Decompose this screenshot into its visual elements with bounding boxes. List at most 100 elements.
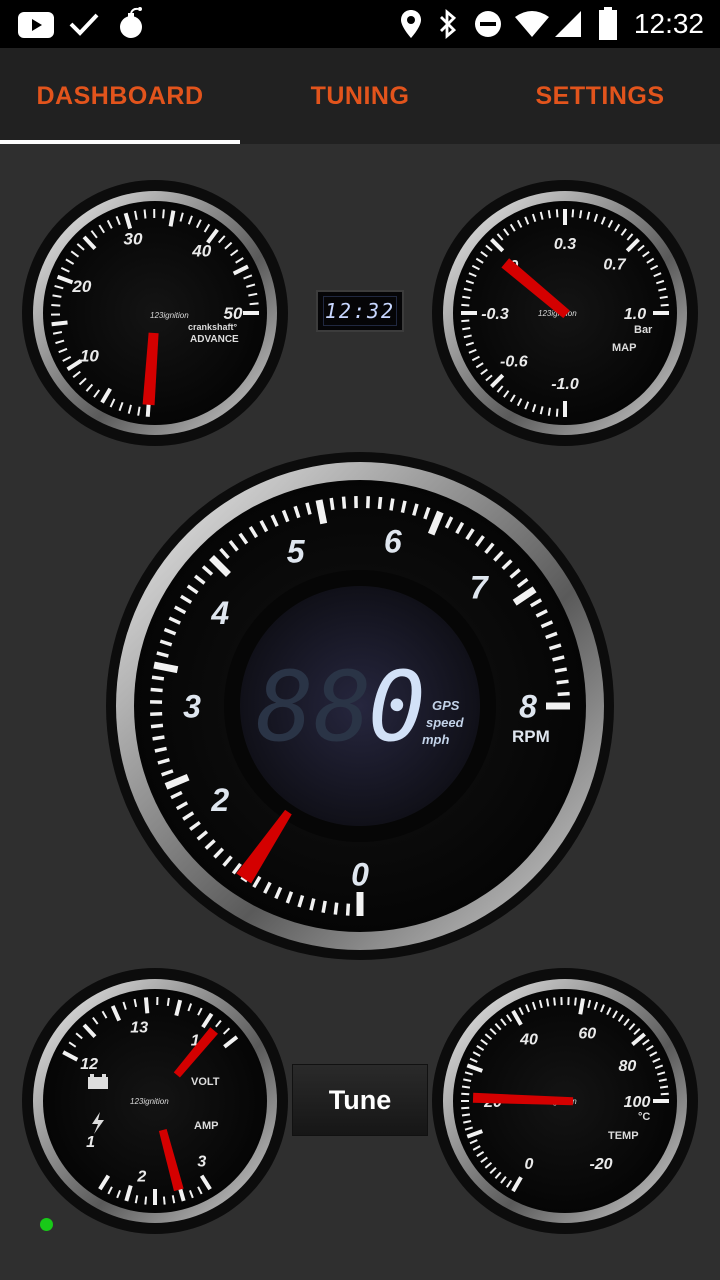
temp-caption: TEMP <box>608 1130 639 1142</box>
speed-placeholder: 88 <box>256 651 372 763</box>
map-tick <box>462 295 471 299</box>
tab-dashboard-label: DASHBOARD <box>36 81 204 110</box>
advance-tick <box>249 302 259 306</box>
rpm-tick <box>321 900 327 914</box>
wifi-icon <box>515 11 549 37</box>
rpm-label: 2 <box>210 782 229 818</box>
temp-label: -20 <box>589 1156 612 1173</box>
advance-tick <box>168 210 176 227</box>
advance-label: 10 <box>80 346 99 365</box>
advance-caption-2: ADVANCE <box>190 334 239 345</box>
advance-label: 40 <box>191 242 211 261</box>
amp-label: 3 <box>197 1154 206 1171</box>
advance-caption-1: crankshaft° <box>188 322 238 332</box>
rpm-tick <box>557 691 570 697</box>
amp-tick <box>162 1196 166 1205</box>
advance-tick <box>143 209 147 219</box>
volt-tick <box>166 997 170 1006</box>
rpm-tick <box>151 675 165 681</box>
advance-tick <box>162 209 165 219</box>
advance-label: 30 <box>124 229 143 248</box>
rpm-tick <box>150 687 163 693</box>
status-led <box>40 1218 53 1231</box>
clock-time: 12:32 <box>323 296 397 326</box>
bluetooth-icon <box>440 8 457 40</box>
temp-label: 100 <box>624 1094 651 1111</box>
temp-label: 0 <box>525 1156 534 1173</box>
rpm-unit: RPM <box>512 727 550 746</box>
map-tick <box>462 327 471 331</box>
amp-caption: AMP <box>194 1120 218 1132</box>
tab-bar: DASHBOARD TUNING SETTINGS <box>0 48 720 144</box>
status-time: 12:32 <box>633 8 704 39</box>
volt-caption: VOLT <box>191 1076 220 1088</box>
volt-amp-brand: 123ignition <box>130 1097 169 1106</box>
volt-amp-gauge: 121314123 123ignition VOLT AMP <box>22 968 288 1234</box>
rpm-tick <box>389 498 395 511</box>
speed-caption-1: GPS <box>432 698 460 713</box>
speed-value: 0 <box>368 651 426 763</box>
temp-tick <box>461 1113 471 1117</box>
temp-unit: °C <box>638 1111 650 1123</box>
map-tick <box>659 295 668 299</box>
tab-settings[interactable]: SETTINGS <box>480 48 720 144</box>
temp-label: 40 <box>519 1031 538 1048</box>
tune-button-label: Tune <box>328 1084 392 1115</box>
rpm-tick <box>345 903 351 916</box>
map-tick <box>461 303 470 307</box>
rpm-label: 7 <box>470 570 490 606</box>
rpm-tick <box>315 499 328 525</box>
temp-label: 60 <box>578 1025 596 1042</box>
advance-label: 50 <box>224 304 243 323</box>
speed-caption-2: speed <box>426 715 465 730</box>
rpm-label: 0 <box>351 857 369 893</box>
cellular-icon <box>555 11 581 37</box>
do-not-disturb-icon <box>475 11 501 37</box>
rpm-label: 8 <box>519 689 537 725</box>
map-label: 0.3 <box>554 236 576 253</box>
youtube-icon <box>18 12 54 38</box>
map-tick <box>660 303 669 307</box>
location-icon <box>401 10 421 38</box>
volt-tick <box>143 997 150 1014</box>
rpm-label: 5 <box>287 533 306 569</box>
advance-label: 20 <box>71 277 91 296</box>
rpm-gauge: 0 2 3 4 5 6 7 8 RPM 88 0 GPS speed mph <box>106 452 614 960</box>
rpm-label: 3 <box>183 689 201 725</box>
temp-tick <box>660 1092 669 1096</box>
temp-tick <box>461 1085 471 1089</box>
temp-tick <box>659 1085 669 1089</box>
temp-gauge: -20020406080100 123ignition °C TEMP <box>432 968 698 1234</box>
tab-tuning-label: TUNING <box>310 81 410 110</box>
map-tick <box>547 210 551 219</box>
map-tick <box>555 209 559 218</box>
speed-caption-3: mph <box>422 732 450 747</box>
advance-gauge: 01020304050 123ignition crankshaft° ADVA… <box>22 180 288 446</box>
volt-label: 12 <box>80 1056 98 1073</box>
rpm-tick <box>152 735 165 741</box>
map-tick <box>547 407 551 416</box>
advance-tick <box>51 303 61 307</box>
map-label: -0.6 <box>500 353 528 370</box>
bomb-icon <box>120 7 142 38</box>
digital-clock: 12:32 <box>316 290 404 332</box>
tab-settings-label: SETTINGS <box>535 81 665 110</box>
volt-label: 13 <box>130 1019 148 1036</box>
tab-dashboard[interactable]: DASHBOARD <box>0 48 240 144</box>
temp-tick <box>545 998 550 1007</box>
check-icon <box>69 13 99 36</box>
temp-label: 80 <box>618 1058 636 1075</box>
advance-brand: 123ignition <box>150 311 189 320</box>
tab-tuning[interactable]: TUNING <box>240 48 480 144</box>
battery-icon <box>599 7 617 40</box>
temp-tick <box>574 997 577 1006</box>
rpm-tick <box>377 496 383 510</box>
rpm-label: 4 <box>210 595 229 631</box>
rpm-tick <box>329 497 335 511</box>
tune-button[interactable]: Tune <box>292 1064 428 1136</box>
status-bar: 12:32 <box>0 0 720 48</box>
map-tick <box>461 319 470 323</box>
temp-tick <box>553 997 556 1006</box>
rpm-label: 6 <box>384 524 402 560</box>
rpm-tick <box>153 661 179 674</box>
